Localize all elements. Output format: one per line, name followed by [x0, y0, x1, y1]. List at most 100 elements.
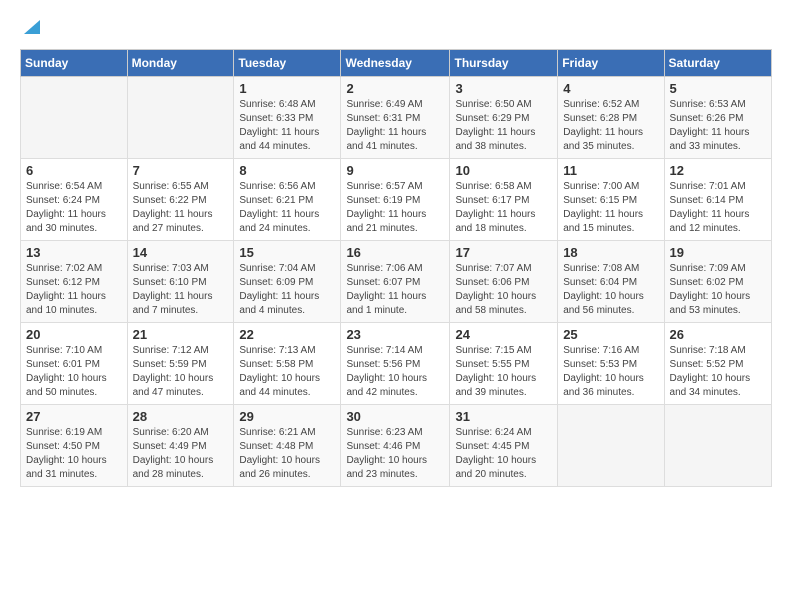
day-number: 12: [670, 163, 766, 178]
day-number: 21: [133, 327, 229, 342]
table-row: 20 Sunrise: 7:10 AM Sunset: 6:01 PM Dayli…: [21, 323, 128, 405]
table-row: 22 Sunrise: 7:13 AM Sunset: 5:58 PM Dayli…: [234, 323, 341, 405]
day-info: Sunrise: 6:21 AM Sunset: 4:48 PM Dayligh…: [239, 426, 335, 482]
col-monday: Monday: [127, 50, 234, 77]
day-info: Sunrise: 6:58 AM Sunset: 6:17 PM Dayligh…: [455, 180, 552, 236]
day-info: Sunrise: 6:48 AM Sunset: 6:33 PM Dayligh…: [239, 98, 335, 154]
day-info: Sunrise: 6:57 AM Sunset: 6:19 PM Dayligh…: [346, 180, 444, 236]
table-row: 11 Sunrise: 7:00 AM Sunset: 6:15 PM Dayli…: [558, 159, 664, 241]
day-info: Sunrise: 6:55 AM Sunset: 6:22 PM Dayligh…: [133, 180, 229, 236]
day-info: Sunrise: 6:23 AM Sunset: 4:46 PM Dayligh…: [346, 426, 444, 482]
day-number: 25: [563, 327, 658, 342]
day-number: 4: [563, 81, 658, 96]
table-row: 17 Sunrise: 7:07 AM Sunset: 6:06 PM Dayli…: [450, 241, 558, 323]
calendar-table: Sunday Monday Tuesday Wednesday Thursday…: [20, 49, 772, 487]
day-info: Sunrise: 7:02 AM Sunset: 6:12 PM Dayligh…: [26, 262, 122, 318]
day-info: Sunrise: 7:15 AM Sunset: 5:55 PM Dayligh…: [455, 344, 552, 400]
page-container: Sunday Monday Tuesday Wednesday Thursday…: [0, 0, 792, 497]
header: [20, 16, 772, 41]
day-info: Sunrise: 6:54 AM Sunset: 6:24 PM Dayligh…: [26, 180, 122, 236]
day-number: 26: [670, 327, 766, 342]
table-row: 23 Sunrise: 7:14 AM Sunset: 5:56 PM Dayli…: [341, 323, 450, 405]
day-info: Sunrise: 6:50 AM Sunset: 6:29 PM Dayligh…: [455, 98, 552, 154]
col-tuesday: Tuesday: [234, 50, 341, 77]
day-info: Sunrise: 7:08 AM Sunset: 6:04 PM Dayligh…: [563, 262, 658, 318]
header-row: Sunday Monday Tuesday Wednesday Thursday…: [21, 50, 772, 77]
day-info: Sunrise: 7:06 AM Sunset: 6:07 PM Dayligh…: [346, 262, 444, 318]
table-row: 15 Sunrise: 7:04 AM Sunset: 6:09 PM Dayli…: [234, 241, 341, 323]
day-number: 6: [26, 163, 122, 178]
day-number: 29: [239, 409, 335, 424]
day-number: 24: [455, 327, 552, 342]
day-number: 19: [670, 245, 766, 260]
day-info: Sunrise: 7:12 AM Sunset: 5:59 PM Dayligh…: [133, 344, 229, 400]
day-number: 10: [455, 163, 552, 178]
day-info: Sunrise: 7:10 AM Sunset: 6:01 PM Dayligh…: [26, 344, 122, 400]
table-row: 16 Sunrise: 7:06 AM Sunset: 6:07 PM Dayli…: [341, 241, 450, 323]
day-info: Sunrise: 7:16 AM Sunset: 5:53 PM Dayligh…: [563, 344, 658, 400]
table-row: 12 Sunrise: 7:01 AM Sunset: 6:14 PM Dayli…: [664, 159, 771, 241]
table-row: 8Sunrise: 6:56 AM Sunset: 6:21 PM Daylig…: [234, 159, 341, 241]
table-row: 3 Sunrise: 6:50 AM Sunset: 6:29 PM Daylig…: [450, 77, 558, 159]
table-row: 26 Sunrise: 7:18 AM Sunset: 5:52 PM Dayli…: [664, 323, 771, 405]
table-row: [127, 77, 234, 159]
table-row: 25 Sunrise: 7:16 AM Sunset: 5:53 PM Dayli…: [558, 323, 664, 405]
day-info: Sunrise: 7:04 AM Sunset: 6:09 PM Dayligh…: [239, 262, 335, 318]
day-info: Sunrise: 7:14 AM Sunset: 5:56 PM Dayligh…: [346, 344, 444, 400]
day-number: 7: [133, 163, 229, 178]
day-number: 3: [455, 81, 552, 96]
day-number: 31: [455, 409, 552, 424]
day-number: 20: [26, 327, 122, 342]
table-row: 2 Sunrise: 6:49 AM Sunset: 6:31 PM Daylig…: [341, 77, 450, 159]
table-row: 19Sunrise: 7:09 AM Sunset: 6:02 PM Dayli…: [664, 241, 771, 323]
week-row: 1 Sunrise: 6:48 AM Sunset: 6:33 PM Daylig…: [21, 77, 772, 159]
day-number: 27: [26, 409, 122, 424]
table-row: 10 Sunrise: 6:58 AM Sunset: 6:17 PM Dayli…: [450, 159, 558, 241]
day-info: Sunrise: 7:18 AM Sunset: 5:52 PM Dayligh…: [670, 344, 766, 400]
table-row: 6 Sunrise: 6:54 AM Sunset: 6:24 PM Daylig…: [21, 159, 128, 241]
logo: [20, 16, 42, 41]
col-friday: Friday: [558, 50, 664, 77]
table-row: [21, 77, 128, 159]
table-row: 5Sunrise: 6:53 AM Sunset: 6:26 PM Daylig…: [664, 77, 771, 159]
day-info: Sunrise: 7:07 AM Sunset: 6:06 PM Dayligh…: [455, 262, 552, 318]
table-row: 4 Sunrise: 6:52 AM Sunset: 6:28 PM Daylig…: [558, 77, 664, 159]
day-number: 22: [239, 327, 335, 342]
day-number: 13: [26, 245, 122, 260]
table-row: 31Sunrise: 6:24 AM Sunset: 4:45 PM Dayli…: [450, 405, 558, 487]
week-row: 20 Sunrise: 7:10 AM Sunset: 6:01 PM Dayli…: [21, 323, 772, 405]
day-info: Sunrise: 7:01 AM Sunset: 6:14 PM Dayligh…: [670, 180, 766, 236]
day-number: 15: [239, 245, 335, 260]
day-number: 30: [346, 409, 444, 424]
table-row: 24 Sunrise: 7:15 AM Sunset: 5:55 PM Dayli…: [450, 323, 558, 405]
col-thursday: Thursday: [450, 50, 558, 77]
day-number: 28: [133, 409, 229, 424]
table-row: 29 Sunrise: 6:21 AM Sunset: 4:48 PM Dayli…: [234, 405, 341, 487]
day-number: 1: [239, 81, 335, 96]
col-wednesday: Wednesday: [341, 50, 450, 77]
day-number: 2: [346, 81, 444, 96]
table-row: [664, 405, 771, 487]
day-info: Sunrise: 6:52 AM Sunset: 6:28 PM Dayligh…: [563, 98, 658, 154]
table-row: 14Sunrise: 7:03 AM Sunset: 6:10 PM Dayli…: [127, 241, 234, 323]
day-info: Sunrise: 6:49 AM Sunset: 6:31 PM Dayligh…: [346, 98, 444, 154]
col-saturday: Saturday: [664, 50, 771, 77]
table-row: 9Sunrise: 6:57 AM Sunset: 6:19 PM Daylig…: [341, 159, 450, 241]
day-number: 14: [133, 245, 229, 260]
day-number: 17: [455, 245, 552, 260]
day-number: 16: [346, 245, 444, 260]
table-row: [558, 405, 664, 487]
day-info: Sunrise: 7:13 AM Sunset: 5:58 PM Dayligh…: [239, 344, 335, 400]
table-row: 7 Sunrise: 6:55 AM Sunset: 6:22 PM Daylig…: [127, 159, 234, 241]
day-number: 11: [563, 163, 658, 178]
day-info: Sunrise: 7:00 AM Sunset: 6:15 PM Dayligh…: [563, 180, 658, 236]
table-row: 30 Sunrise: 6:23 AM Sunset: 4:46 PM Dayli…: [341, 405, 450, 487]
day-number: 18: [563, 245, 658, 260]
day-number: 23: [346, 327, 444, 342]
table-row: 27Sunrise: 6:19 AM Sunset: 4:50 PM Dayli…: [21, 405, 128, 487]
table-row: 21 Sunrise: 7:12 AM Sunset: 5:59 PM Dayli…: [127, 323, 234, 405]
day-info: Sunrise: 6:56 AM Sunset: 6:21 PM Dayligh…: [239, 180, 335, 236]
week-row: 27Sunrise: 6:19 AM Sunset: 4:50 PM Dayli…: [21, 405, 772, 487]
logo-icon: [22, 16, 42, 41]
table-row: 18 Sunrise: 7:08 AM Sunset: 6:04 PM Dayli…: [558, 241, 664, 323]
